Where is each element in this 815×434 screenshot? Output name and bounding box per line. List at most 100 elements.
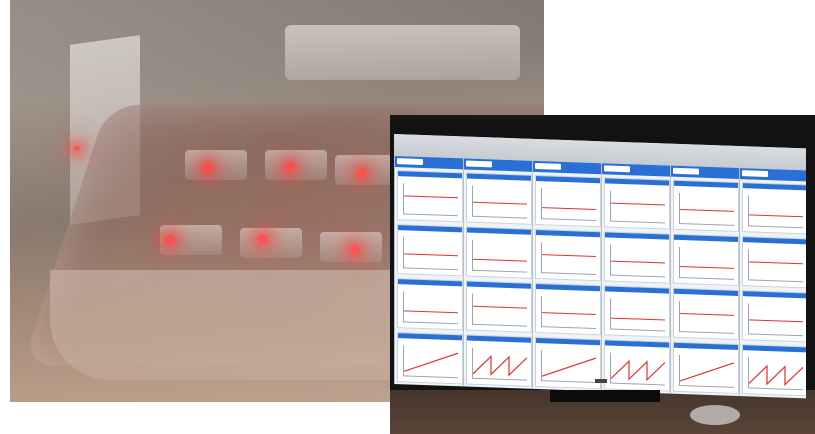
- chart-panel-header: [674, 180, 738, 189]
- dashboard-header: [740, 168, 806, 182]
- chart-panel-header: [743, 345, 806, 353]
- chart-plot: [541, 296, 596, 330]
- chart-panel-header: [674, 342, 738, 351]
- monitor-stand: [550, 390, 660, 402]
- chart-plot: [403, 183, 458, 217]
- chart-panel: [604, 339, 670, 392]
- dashboard-header: [671, 165, 739, 180]
- dashboard-window: [601, 163, 670, 396]
- dashboard-logo-icon: [535, 162, 561, 170]
- chart-line: [542, 207, 596, 211]
- dashboard-logo-icon: [466, 160, 492, 168]
- chart-plot: [472, 239, 527, 273]
- chart-line: [749, 318, 803, 322]
- chart-panel-header: [398, 279, 462, 287]
- chart-line: [473, 201, 527, 205]
- dashboard-logo-icon: [604, 165, 630, 173]
- chart-ramp-line: [473, 354, 527, 377]
- chart-panel: [466, 334, 532, 387]
- chart-ramp-line: [404, 352, 458, 372]
- chart-line: [680, 266, 734, 270]
- chart-panel: [535, 336, 601, 390]
- chart-panel-header: [536, 229, 600, 238]
- desk-item: [690, 405, 740, 425]
- chart-ramp-line: [542, 357, 596, 377]
- dashboard-logo-icon: [673, 167, 699, 175]
- chart-line: [404, 252, 458, 256]
- chart-line: [611, 202, 665, 206]
- dashboard-window: [739, 168, 806, 399]
- chart-panel-header: [605, 286, 669, 294]
- chart-line: [542, 254, 596, 258]
- chart-panel-header: [398, 333, 462, 341]
- chart-plot: [472, 293, 527, 327]
- chart-line: [473, 305, 527, 309]
- chart-panel: [604, 177, 670, 230]
- chart-panel: [466, 280, 532, 333]
- chart-panel: [742, 236, 806, 289]
- chart-plot: [541, 350, 596, 384]
- chart-plot: [610, 352, 665, 386]
- chart-line: [404, 195, 458, 199]
- chart-panel-header: [467, 173, 531, 181]
- chart-panel: [397, 170, 463, 223]
- chart-panel-header: [536, 337, 600, 346]
- chart-panel-header: [398, 225, 462, 233]
- chart-panel: [466, 226, 532, 279]
- chart-panel-header: [467, 281, 531, 289]
- dashboard-window: [670, 165, 739, 399]
- chart-panel-header: [536, 175, 600, 184]
- chart-line: [749, 214, 803, 218]
- chart-panel-header: [743, 237, 806, 245]
- chart-ramp-line: [749, 364, 803, 387]
- dashboard-window: [532, 160, 601, 394]
- chart-panel-header: [605, 340, 669, 348]
- chart-panel-header: [605, 232, 669, 240]
- chart-line: [680, 312, 734, 316]
- dashboard-header: [602, 163, 670, 177]
- chart-panel: [742, 182, 806, 235]
- chart-panel-header: [743, 183, 806, 191]
- chart-panel-header: [467, 227, 531, 235]
- chart-panel: [604, 285, 670, 338]
- chart-plot: [679, 192, 734, 226]
- chart-plot: [748, 249, 803, 283]
- photo-monitor: [390, 115, 815, 434]
- chart-panel: [535, 282, 601, 336]
- chart-plot: [610, 190, 665, 224]
- dashboard-header: [464, 158, 532, 172]
- chart-panel: [604, 231, 670, 284]
- chart-panel: [397, 224, 463, 277]
- chart-plot: [748, 303, 803, 337]
- chart-panel: [466, 172, 532, 225]
- monitor-screen: [394, 134, 806, 399]
- chart-plot: [679, 246, 734, 280]
- chart-plot: [610, 298, 665, 332]
- chart-line: [542, 311, 596, 315]
- chart-panel: [673, 233, 739, 287]
- chart-line: [680, 208, 734, 212]
- chart-panel: [673, 179, 739, 233]
- chart-panel-header: [605, 178, 669, 186]
- dashboard-logo-icon: [397, 158, 423, 166]
- chart-panel-header: [467, 335, 531, 343]
- chart-plot: [472, 347, 527, 381]
- chart-panel: [673, 341, 739, 395]
- chart-line: [749, 261, 803, 265]
- chart-panel: [673, 287, 739, 341]
- dashboard-logo-icon: [742, 170, 768, 178]
- chart-plot: [403, 291, 458, 325]
- chart-plot: [679, 300, 734, 334]
- chart-panel: [742, 344, 806, 397]
- chart-ramp-line: [680, 362, 734, 382]
- chart-panel: [535, 228, 601, 282]
- chart-plot: [541, 242, 596, 276]
- chart-panel: [397, 332, 463, 385]
- monitor-bezel: [390, 120, 815, 399]
- dashboard-header: [395, 156, 463, 170]
- chart-panel: [742, 290, 806, 343]
- chart-line: [473, 258, 527, 262]
- chart-plot: [541, 188, 596, 222]
- chart-panel: [535, 174, 601, 228]
- chart-panel-header: [674, 288, 738, 297]
